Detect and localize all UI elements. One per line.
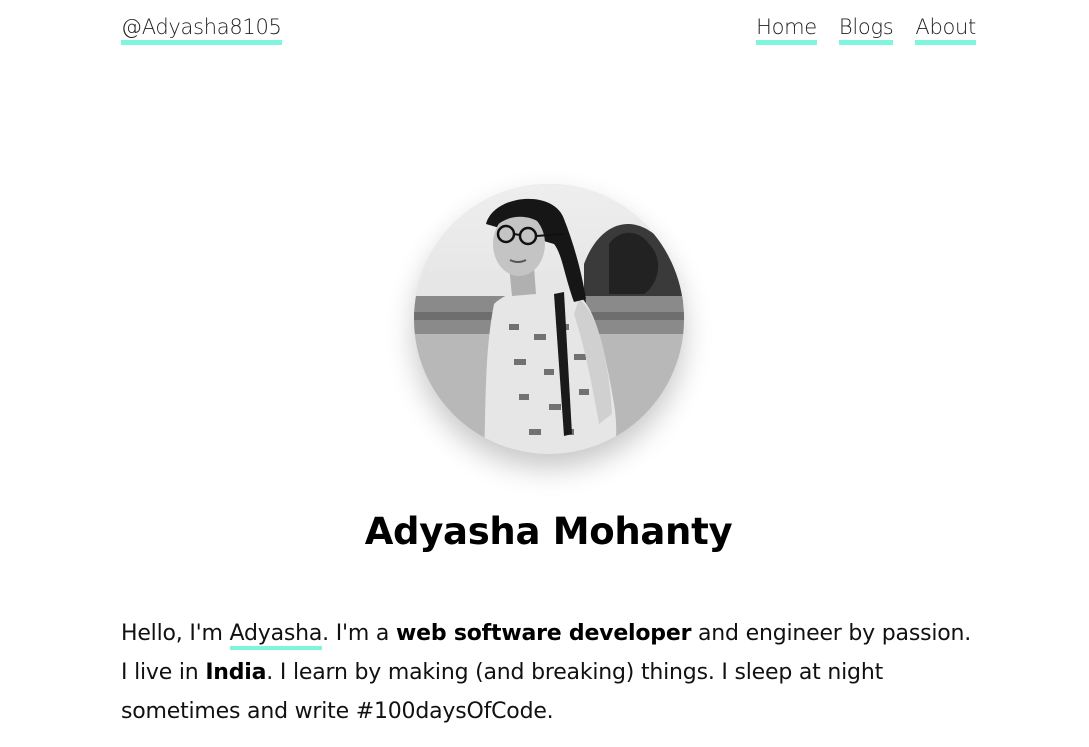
profile-photo: [414, 184, 684, 454]
bio-greeting: Hello, I'm: [121, 621, 230, 646]
profile-name: Adyasha Mohanty: [364, 510, 733, 553]
nav-blogs-link[interactable]: Blogs: [838, 14, 894, 45]
bio-country: India: [205, 660, 267, 685]
nav-home-link[interactable]: Home: [756, 14, 817, 45]
profile-avatar: [414, 184, 684, 454]
bio-text-2: . I'm a: [322, 621, 396, 646]
bio-paragraph: Hello, I'm Adyasha. I'm a web software d…: [121, 614, 981, 731]
site-header: @Adyasha8105 Home Blogs About: [121, 14, 976, 54]
nav-about-link[interactable]: About: [915, 14, 976, 45]
brand-link[interactable]: @Adyasha8105: [121, 14, 282, 45]
main-nav: Home Blogs About: [756, 14, 976, 45]
bio-role: web software developer: [395, 621, 692, 646]
bio-name-link[interactable]: Adyasha: [229, 621, 322, 650]
